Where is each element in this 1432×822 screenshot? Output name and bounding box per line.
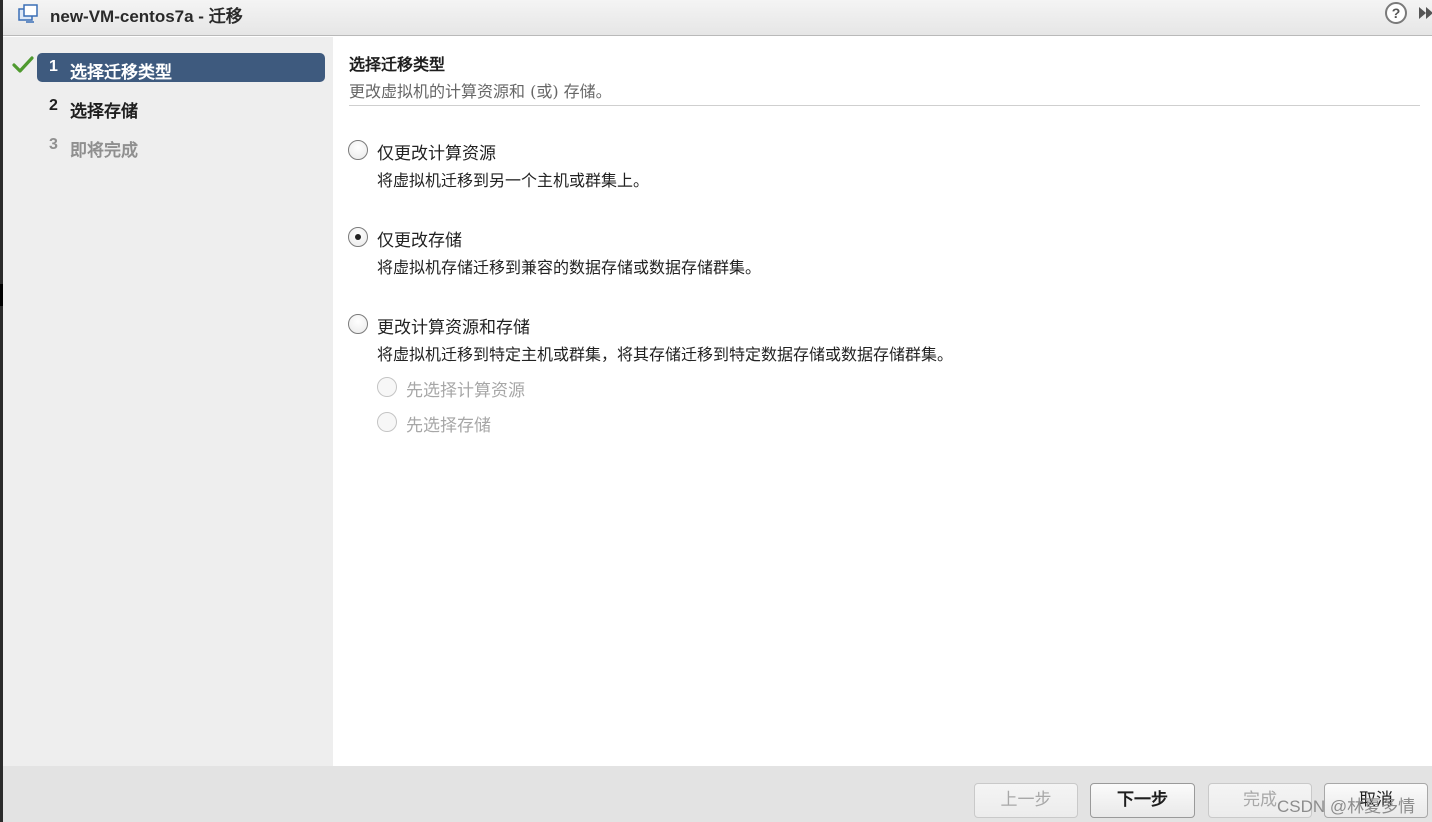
wizard-content: 选择迁移类型 更改虚拟机的计算资源和 (或) 存储。 仅更改计算资源 将虚拟机迁… xyxy=(333,37,1432,766)
suboption-label: 先选择计算资源 xyxy=(406,381,525,401)
option-label[interactable]: 更改计算资源和存储 xyxy=(377,313,530,338)
radio-button[interactable] xyxy=(348,140,368,160)
step-ready-to-complete: 3 即将完成 xyxy=(3,131,333,161)
dialog-titlebar: new-VM-centos7a - 迁移 ? xyxy=(3,0,1432,36)
step-number: 1 xyxy=(49,58,58,75)
section-title: 选择迁移类型 xyxy=(349,55,446,74)
help-icon[interactable]: ? xyxy=(1385,2,1407,24)
option-description: 将虚拟机迁移到另一个主机或群集上。 xyxy=(377,171,650,190)
watermark: CSDN @林夏多情 xyxy=(1277,797,1416,816)
section-divider xyxy=(349,105,1420,106)
step-number: 3 xyxy=(49,136,58,153)
radio-button-selected[interactable] xyxy=(348,227,368,247)
section-subtitle: 更改虚拟机的计算资源和 (或) 存储。 xyxy=(349,82,612,101)
expand-icon[interactable] xyxy=(1418,5,1432,21)
option-description: 将虚拟机存储迁移到兼容的数据存储或数据存储群集。 xyxy=(377,258,762,277)
step-label: 选择存储 xyxy=(70,102,138,122)
radio-button-disabled xyxy=(377,412,397,432)
step-label: 选择迁移类型 xyxy=(70,63,172,83)
dialog-title: new-VM-centos7a - 迁移 xyxy=(50,7,243,26)
vm-icon xyxy=(18,4,38,23)
option-label[interactable]: 仅更改计算资源 xyxy=(377,139,496,164)
check-icon xyxy=(12,56,34,73)
option-label[interactable]: 仅更改存储 xyxy=(377,226,462,251)
radio-button-disabled xyxy=(377,377,397,397)
wizard-footer: 上一步 下一步 完成 取消 xyxy=(3,766,1432,822)
next-button[interactable]: 下一步 xyxy=(1090,783,1195,818)
wizard-steps-sidebar: 1 选择迁移类型 2 选择存储 3 即将完成 xyxy=(3,37,333,766)
step-label: 即将完成 xyxy=(70,141,138,161)
step-select-migration-type[interactable]: 1 选择迁移类型 xyxy=(3,53,333,83)
option-description: 将虚拟机迁移到特定主机或群集，将其存储迁移到特定数据存储或数据存储群集。 xyxy=(377,345,954,364)
back-button: 上一步 xyxy=(974,783,1078,818)
suboption-label: 先选择存储 xyxy=(406,416,491,436)
radio-button[interactable] xyxy=(348,314,368,334)
step-select-storage[interactable]: 2 选择存储 xyxy=(3,92,333,122)
step-number: 2 xyxy=(49,97,58,114)
